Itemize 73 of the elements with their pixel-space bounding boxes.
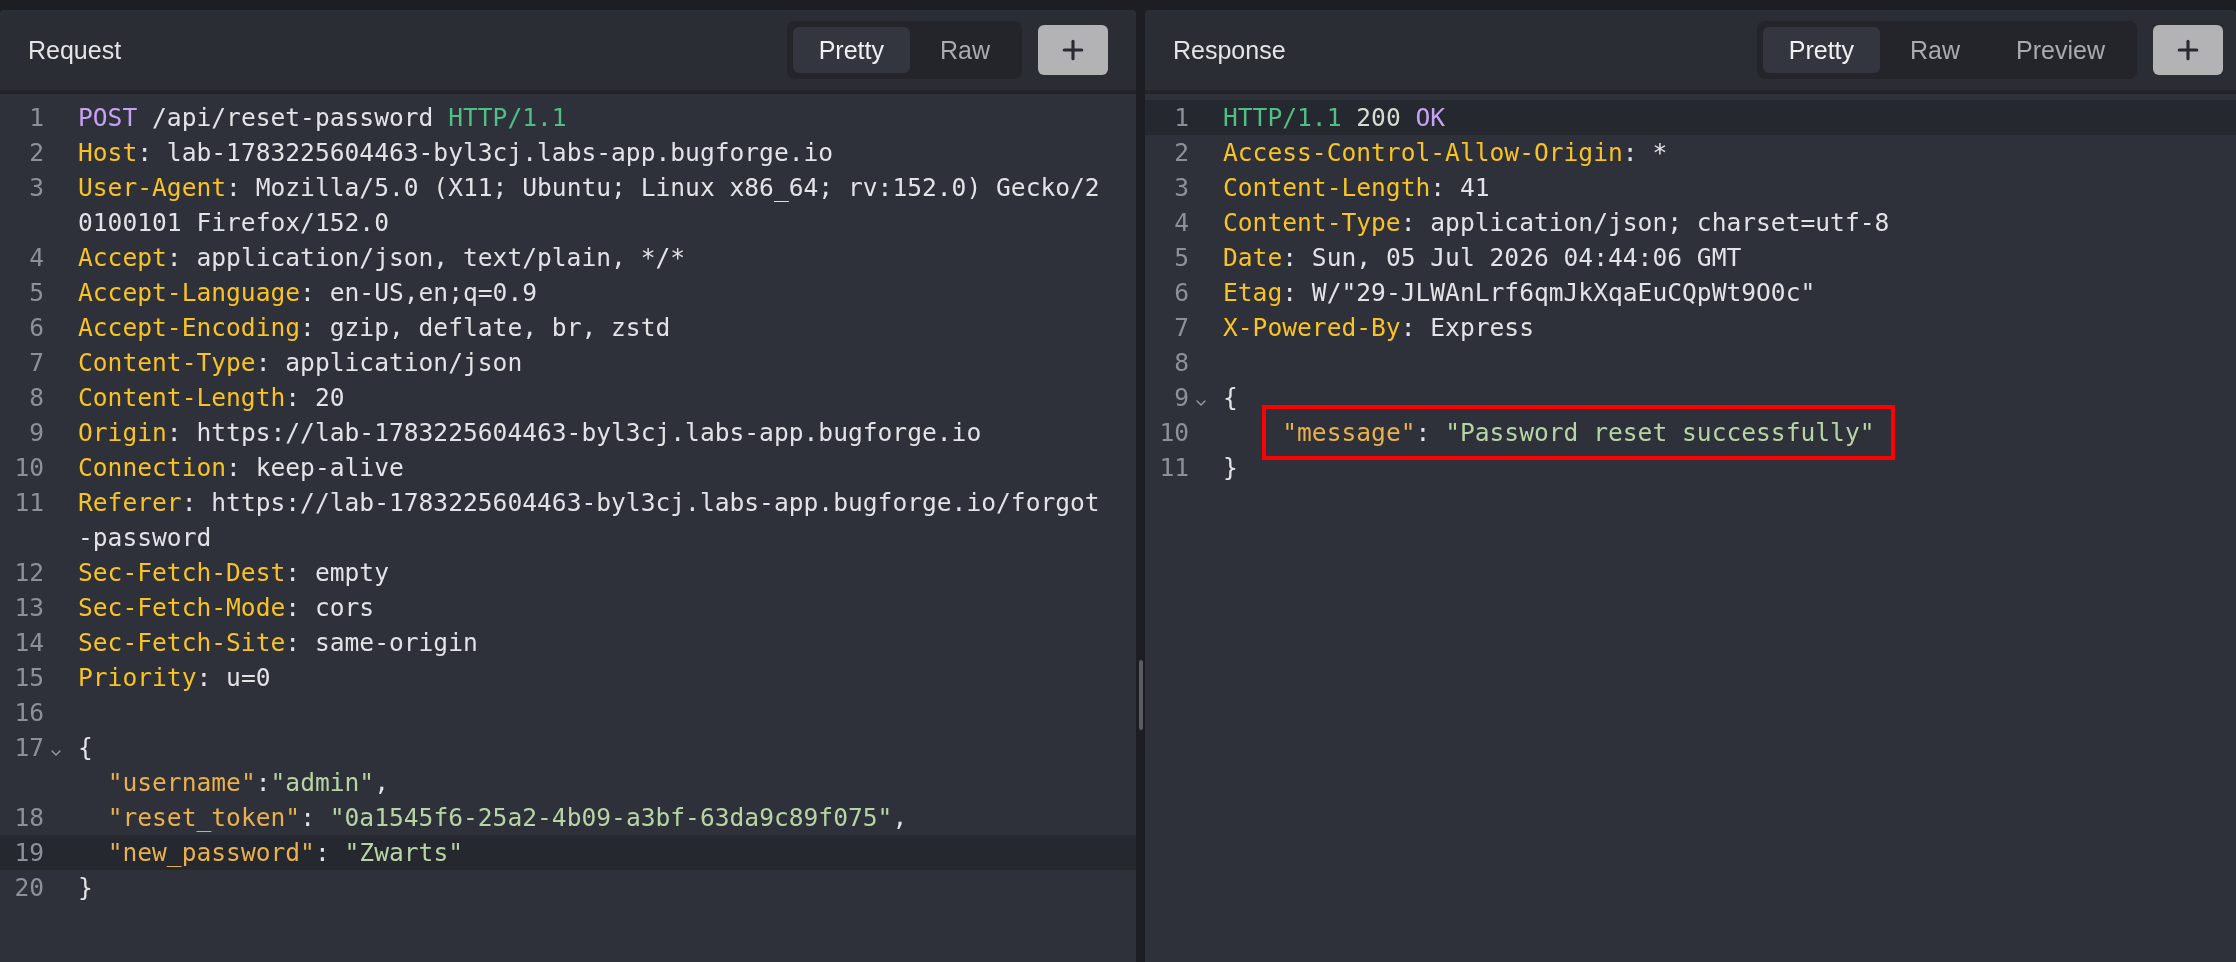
- code-line: Sec-Fetch-Dest: empty: [78, 558, 389, 587]
- code-line: POST /api/reset-password HTTP/1.1: [78, 103, 567, 132]
- line-number: 20: [13, 873, 44, 902]
- code-line: Content-Type: application/json; charset=utf-8: [1223, 208, 1890, 237]
- line-number: 2: [28, 138, 44, 167]
- line-number: 16: [13, 698, 44, 727]
- code-line: X-Powered-By: Express: [1223, 313, 1534, 342]
- line-number: 5: [1173, 243, 1189, 272]
- view-tab[interactable]: Raw: [914, 27, 1016, 73]
- code-line: -password: [78, 523, 212, 552]
- view-tab[interactable]: Pretty: [1762, 27, 1881, 73]
- view-tab[interactable]: Raw: [1884, 27, 1987, 73]
- line-number: 18: [13, 803, 44, 832]
- code-line: Date: Sun, 05 Jul 2026 04:44:06 GMT: [1223, 243, 1742, 272]
- line-number: 11: [13, 488, 44, 517]
- line-number: 13: [13, 593, 44, 622]
- code-line: Access-Control-Allow-Origin: *: [1223, 138, 1668, 167]
- line-number: 1: [1173, 103, 1189, 132]
- code-line: 0100101 Firefox/152.0: [78, 208, 389, 237]
- code-line: Content-Type: application/json: [78, 348, 523, 377]
- code-line: Content-Length: 20: [78, 383, 345, 412]
- code-line: Priority: u=0: [78, 663, 271, 692]
- code-line: Accept: application/json, text/plain, */*: [78, 243, 686, 272]
- line-number: 17: [13, 733, 44, 762]
- view-tab[interactable]: Preview: [1990, 27, 2131, 73]
- code-line: HTTP/1.1 200 OK: [1223, 103, 1446, 132]
- line-number: 7: [1173, 313, 1189, 342]
- splitter-handle[interactable]: [1138, 660, 1143, 730]
- line-number: 19: [13, 838, 44, 867]
- line-number: 11: [1158, 453, 1189, 482]
- line-number: 7: [28, 348, 44, 377]
- code-line: "username":"admin",: [106, 768, 389, 797]
- line-number: 3: [28, 173, 44, 202]
- code-line: "new_password": "Zwarts": [106, 838, 463, 867]
- line-number: 8: [1173, 348, 1189, 377]
- code-line: }: [1223, 453, 1238, 482]
- line-number: 3: [1173, 173, 1189, 202]
- code-line: Sec-Fetch-Site: same-origin: [78, 628, 478, 657]
- highlighted-code: "message": "Password reset successfully": [1262, 405, 1895, 460]
- line-number: 6: [1173, 278, 1189, 307]
- code-line: Sec-Fetch-Mode: cors: [78, 593, 375, 622]
- line-number: 4: [1173, 208, 1189, 237]
- code-line: Referer: https://lab-1783225604463-byl3cj.labs-app.bugforge.io/forgot: [78, 488, 1100, 517]
- code-line: Origin: https://lab-1783225604463-byl3cj.labs-app.bugforge.io: [78, 418, 982, 447]
- panel-title: Response: [1173, 35, 1287, 65]
- code-line: Content-Length: 41: [1223, 173, 1490, 202]
- code-line: Accept-Language: en-US,en;q=0.9: [78, 278, 538, 307]
- code-line: }: [78, 873, 93, 902]
- code-line: {: [78, 733, 93, 762]
- line-number: 5: [28, 278, 44, 307]
- add-button[interactable]: [2153, 25, 2223, 75]
- line-number: 10: [1158, 418, 1189, 447]
- line-number: 9: [28, 418, 44, 447]
- line-number: 9: [1173, 383, 1189, 412]
- line-number: 12: [13, 558, 44, 587]
- line-number: 14: [13, 628, 44, 657]
- view-tab[interactable]: Pretty: [792, 27, 910, 73]
- code-line: Accept-Encoding: gzip, deflate, br, zstd: [78, 313, 671, 342]
- add-button[interactable]: [1038, 25, 1108, 75]
- line-number: 8: [28, 383, 44, 412]
- line-number: 15: [13, 663, 44, 692]
- line-number: 10: [13, 453, 44, 482]
- code-line: "reset_token": "0a1545f6-25a2-4b09-a3bf-63da9c89f075",: [106, 803, 908, 832]
- code-line: Host: lab-1783225604463-byl3cj.labs-app.bugforge.io: [78, 138, 834, 167]
- line-number: 6: [28, 313, 44, 342]
- panel-title: Request: [28, 35, 123, 65]
- code-line: Etag: W/"29-JLWAnLrf6qmJkXqaEuCQpWt9O0c": [1223, 278, 1816, 307]
- line-number: 1: [28, 103, 44, 132]
- line-number: 2: [1173, 138, 1189, 167]
- line-number: 4: [28, 243, 44, 272]
- code-line: {: [1223, 383, 1238, 412]
- code-line: Connection: keep-alive: [78, 453, 404, 482]
- code-line: User-Agent: Mozilla/5.0 (X11; Ubuntu; Linux x86_64; rv:152.0) Gecko/2: [78, 173, 1100, 202]
